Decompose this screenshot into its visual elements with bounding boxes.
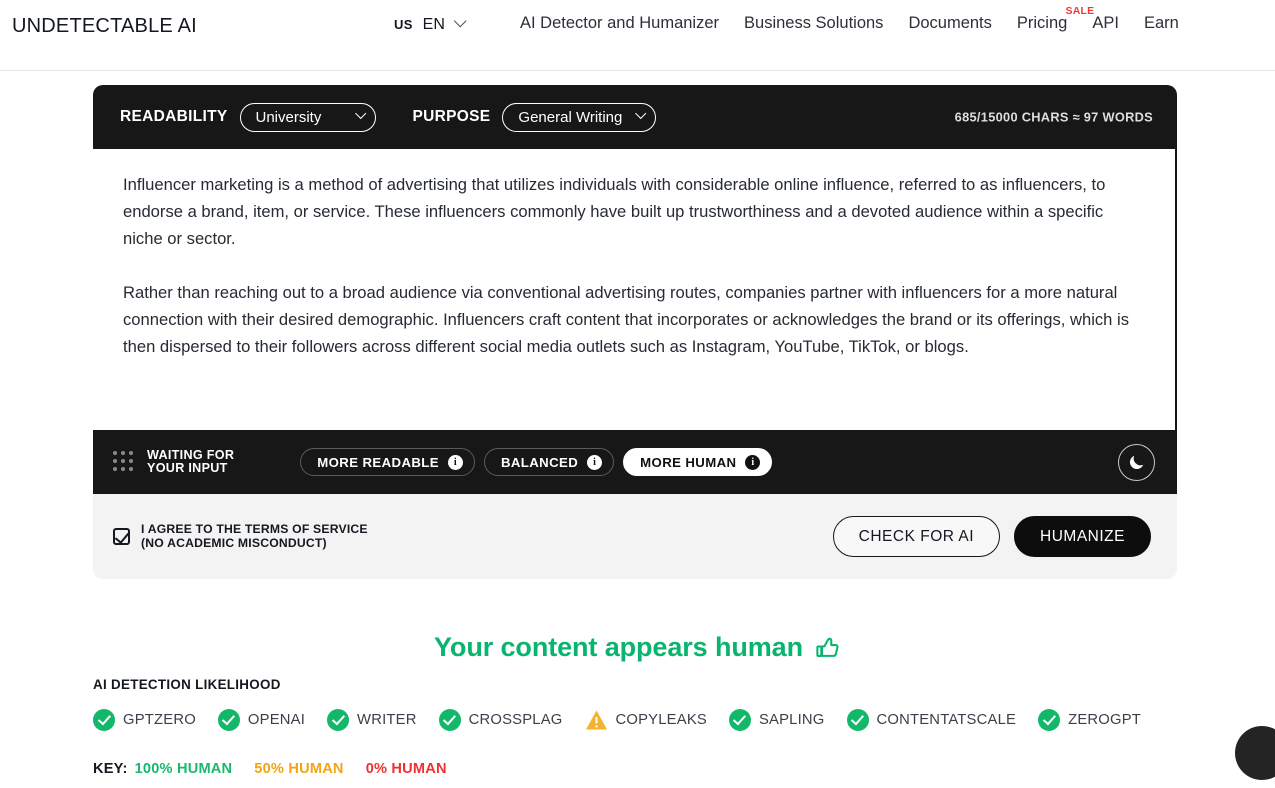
nav-link-api[interactable]: API: [1092, 14, 1119, 33]
character-counter: 685/15000 CHARS ≈ 97 WORDS: [954, 109, 1153, 125]
info-icon[interactable]: i: [745, 454, 761, 470]
mode-more-human-button[interactable]: MORE HUMAN i: [623, 448, 773, 476]
legend-key: KEY: 100% HUMAN 50% HUMAN 0% HUMAN: [93, 761, 447, 777]
detector-name: ZEROGPT: [1068, 712, 1141, 728]
mode-label: MORE HUMAN: [640, 454, 737, 470]
readability-label: READABILITY: [120, 108, 228, 125]
mode-more-readable-button[interactable]: MORE READABLE i: [300, 448, 475, 476]
input-paragraph: Influencer marketing is a method of adve…: [123, 175, 1106, 248]
card-footer: I AGREE TO THE TERMS OF SERVICE (NO ACAD…: [93, 494, 1177, 579]
editor-panel: READABILITY University PURPOSE General W…: [93, 85, 1177, 494]
terms-label: I AGREE TO THE TERMS OF SERVICE (NO ACAD…: [141, 522, 368, 550]
check-for-ai-button[interactable]: CHECK FOR AI: [832, 516, 1001, 557]
status-text: WAITING FOR YOUR INPUT: [147, 447, 235, 475]
detector-crossplag: CROSSPLAG: [438, 709, 563, 731]
nav-link-label: Business Solutions: [744, 14, 884, 32]
legend-50-human: 50% HUMAN: [254, 761, 344, 777]
nav-link-earn[interactable]: Earn: [1144, 14, 1179, 33]
detector-name: CONTENTATSCALE: [876, 712, 1017, 728]
detector-sapling: SAPLING: [728, 709, 825, 731]
sale-badge: SALE: [1065, 5, 1095, 17]
legend-label: KEY:: [93, 761, 128, 777]
check-circle-icon: [438, 709, 461, 731]
locale-language-label: EN: [422, 16, 445, 33]
terms-agreement[interactable]: I AGREE TO THE TERMS OF SERVICE (NO ACAD…: [113, 522, 368, 550]
humanizer-card: READABILITY University PURPOSE General W…: [93, 85, 1177, 579]
detector-contentatscale: CONTENTATSCALE: [846, 709, 1017, 731]
detector-zerogpt: ZEROGPT: [1038, 709, 1141, 731]
warning-triangle-icon: [585, 710, 607, 730]
mode-label: BALANCED: [500, 454, 579, 470]
nav-link-label: AI Detector and Humanizer: [520, 14, 720, 32]
nav-link-documents[interactable]: Documents: [908, 14, 991, 33]
purpose-group: PURPOSE General Writing: [412, 102, 657, 132]
detector-copyleaks: COPYLEAKS: [585, 709, 707, 731]
check-circle-icon: [93, 709, 115, 731]
detector-name: SAPLING: [758, 712, 825, 728]
editor-toolbar: READABILITY University PURPOSE General W…: [93, 85, 1177, 149]
theme-toggle-button[interactable]: [1118, 443, 1155, 481]
locale-country-label: US: [394, 17, 413, 32]
primary-nav-links: AI Detector and Humanizer Business Solut…: [520, 5, 1179, 33]
readability-value: University: [255, 108, 322, 126]
purpose-value: General Writing: [518, 108, 623, 126]
detection-section-label: AI DETECTION LIKELIHOOD: [93, 677, 281, 692]
check-circle-icon: [217, 709, 240, 731]
detector-name: GPTZERO: [123, 712, 196, 728]
language-selector[interactable]: US EN: [394, 14, 467, 34]
nav-link-business-solutions[interactable]: Business Solutions: [744, 14, 883, 33]
site-logo[interactable]: UNDETECTABLE AI: [12, 15, 197, 38]
nav-link-label: Documents: [908, 14, 992, 32]
text-input-area[interactable]: Influencer marketing is a method of adve…: [93, 149, 1177, 430]
info-icon[interactable]: i: [587, 454, 603, 470]
detector-list: GPTZERO OPENAI WRITER CROSSPLAG COPYLEAK…: [93, 709, 1141, 731]
info-icon[interactable]: i: [447, 454, 463, 470]
detector-name: WRITER: [357, 712, 417, 728]
editor-bottom-bar: WAITING FOR YOUR INPUT MORE READABLE i B…: [93, 430, 1177, 494]
detector-openai: OPENAI: [217, 709, 306, 731]
moon-icon: [1129, 455, 1144, 469]
check-circle-icon: [327, 709, 350, 731]
purpose-select[interactable]: General Writing: [502, 102, 657, 132]
nav-link-label: Pricing: [1016, 14, 1068, 32]
detector-name: CROSSPLAG: [468, 712, 563, 728]
detector-name: OPENAI: [247, 712, 306, 728]
input-paragraph: Rather than reaching out to a broad audi…: [123, 283, 1130, 356]
check-circle-icon: [1038, 709, 1061, 731]
dot-grid-icon[interactable]: [113, 451, 135, 473]
check-circle-icon: [846, 709, 869, 731]
top-navigation-bar: UNDETECTABLE AI US EN AI Detector and Hu…: [0, 0, 1275, 71]
legend-100-human: 100% HUMAN: [134, 761, 233, 777]
readability-select[interactable]: University: [239, 102, 376, 132]
nav-link-ai-detector[interactable]: AI Detector and Humanizer: [520, 14, 719, 33]
mode-button-group: MORE READABLE i BALANCED i MORE HUMAN i: [300, 448, 773, 476]
detector-writer: WRITER: [327, 709, 417, 731]
nav-link-label: Earn: [1143, 14, 1179, 32]
thumbs-up-icon: [816, 637, 839, 657]
chevron-down-icon: [635, 107, 647, 120]
verdict-heading: Your content appears human: [0, 632, 1275, 663]
purpose-label: PURPOSE: [412, 108, 491, 125]
check-circle-icon: [728, 709, 751, 731]
detector-name: COPYLEAKS: [615, 712, 707, 728]
mode-balanced-button[interactable]: BALANCED i: [483, 448, 615, 476]
chevron-down-icon: [453, 14, 467, 28]
terms-checkbox[interactable]: [113, 528, 130, 545]
detector-gptzero: GPTZERO: [93, 709, 196, 731]
chat-bubble-icon[interactable]: [1235, 726, 1275, 780]
chevron-down-icon: [354, 107, 366, 120]
verdict-text: Your content appears human: [434, 632, 803, 662]
nav-link-label: API: [1092, 14, 1119, 32]
footer-actions: CHECK FOR AI HUMANIZE: [832, 516, 1151, 557]
mode-label: MORE READABLE: [317, 454, 439, 470]
humanize-button[interactable]: HUMANIZE: [1014, 516, 1151, 557]
legend-0-human: 0% HUMAN: [365, 761, 447, 777]
nav-link-pricing[interactable]: Pricing SALE: [1016, 5, 1094, 33]
